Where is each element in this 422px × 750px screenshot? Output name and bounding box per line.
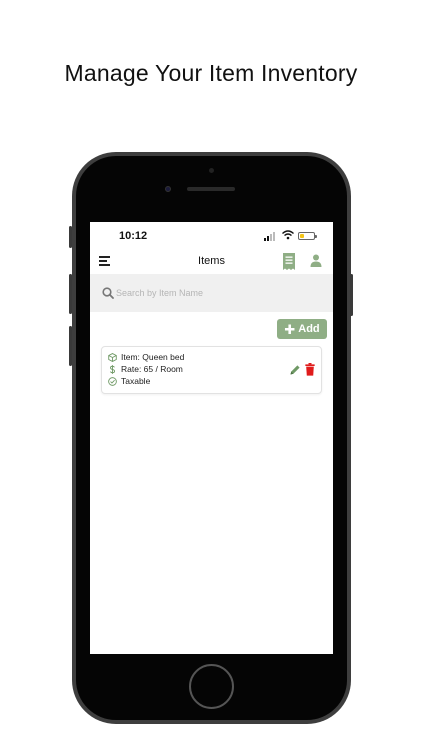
plus-icon: ✚ — [284, 321, 296, 337]
app-screen: 10:12 Items Search by Item Name ✚ Add It… — [90, 222, 333, 654]
status-time: 10:12 — [119, 230, 148, 242]
dollar-icon — [110, 364, 116, 374]
signal-icon — [264, 232, 278, 241]
phone-sensor — [209, 168, 214, 173]
item-rate: Rate: 65 / Room — [121, 364, 183, 374]
add-button-label: Add — [298, 323, 320, 335]
search-bar — [90, 274, 333, 312]
nav-bar: Items — [90, 250, 333, 274]
page-title: Items — [198, 255, 225, 267]
marketing-headline: Manage Your Item Inventory — [64, 60, 358, 86]
receipt-icon[interactable] — [282, 253, 296, 270]
item-name: Item: Queen bed — [121, 352, 185, 362]
phone-volume-down — [69, 326, 72, 366]
check-circle-icon — [108, 376, 117, 386]
phone-speaker — [187, 187, 235, 191]
item-tax-row: Taxable — [108, 375, 150, 387]
trash-icon[interactable] — [305, 363, 315, 376]
phone-front-camera — [165, 186, 171, 192]
phone-mute-switch — [69, 226, 72, 248]
wifi-icon — [282, 230, 294, 240]
person-icon[interactable] — [310, 254, 322, 267]
box-icon — [108, 352, 117, 362]
item-tax-status: Taxable — [121, 376, 151, 386]
phone-home-button — [189, 664, 234, 709]
pencil-icon[interactable] — [289, 364, 301, 376]
battery-icon — [298, 232, 317, 240]
item-card[interactable]: Item: Queen bed Rate: 65 / Room Taxable — [101, 346, 322, 394]
item-name-row: Item: Queen bed — [108, 351, 184, 363]
search-input[interactable] — [116, 283, 316, 303]
search-icon — [102, 287, 114, 299]
item-rate-row: Rate: 65 / Room — [108, 363, 183, 375]
status-bar: 10:12 — [90, 222, 333, 250]
phone-volume-up — [69, 274, 72, 314]
add-item-button[interactable]: ✚ Add — [277, 319, 327, 339]
phone-power-button — [350, 274, 353, 316]
